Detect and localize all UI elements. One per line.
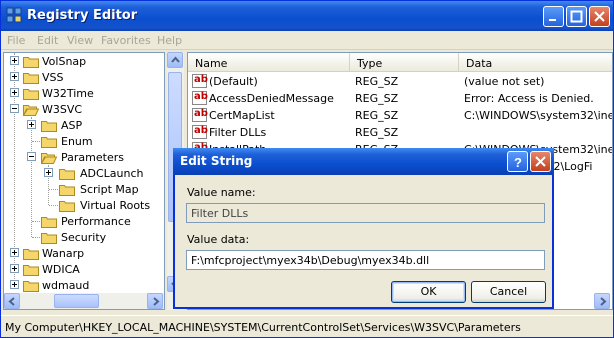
dialog-title: Edit String	[180, 154, 253, 168]
arrow-up-icon	[171, 56, 180, 63]
tree-item-performance[interactable]: Performance	[4, 213, 164, 229]
expand-icon[interactable]	[10, 280, 19, 289]
ok-button[interactable]: OK	[391, 281, 466, 303]
menu-favorites[interactable]: Favorites	[101, 34, 151, 47]
collapse-icon[interactable]	[27, 152, 36, 161]
expand-icon[interactable]	[27, 120, 36, 129]
list-row[interactable]: ab CertMapList REG_SZ C:\WINDOWS\system3…	[188, 107, 612, 124]
expand-icon[interactable]	[10, 88, 19, 97]
folder-icon	[23, 265, 39, 276]
tree-item-enum[interactable]: Enum	[4, 133, 164, 149]
list-row[interactable]: ab Filter DLLs REG_SZ	[188, 124, 612, 141]
tree-item-wdica[interactable]: WDICA	[4, 261, 164, 277]
tree-item-w3svc[interactable]: W3SVC	[4, 101, 164, 117]
minimize-icon	[549, 19, 556, 21]
list-row[interactable]: ab AccessDeniedMessage REG_SZ Error: Acc…	[188, 90, 612, 107]
tree-guide-line	[32, 237, 40, 238]
help-button[interactable]: ?	[507, 151, 528, 172]
expand-icon[interactable]	[10, 264, 19, 273]
menu-view[interactable]: View	[67, 34, 93, 47]
tree-item-parameters[interactable]: Parameters	[4, 149, 164, 165]
folder-icon	[59, 201, 75, 212]
string-value-icon: ab	[192, 74, 208, 88]
tree-item-wdmaud[interactable]: wdmaud	[4, 277, 164, 293]
scroll-left-button[interactable]	[4, 293, 20, 309]
registry-app-icon	[6, 7, 22, 23]
scroll-right-button[interactable]	[147, 293, 163, 309]
folder-icon	[23, 249, 39, 260]
open-folder-icon	[41, 153, 57, 164]
scroll-right-button[interactable]	[594, 293, 610, 309]
folder-icon	[41, 233, 57, 244]
maximize-button[interactable]	[566, 6, 587, 27]
menu-help[interactable]: Help	[157, 34, 182, 47]
tree-item-adclaunch[interactable]: ADCLaunch	[4, 165, 164, 181]
tree-item-script-map[interactable]: Script Map	[4, 181, 164, 197]
tree-item-virtual-roots[interactable]: Virtual Roots	[4, 197, 164, 213]
folder-icon	[59, 169, 75, 180]
expand-icon[interactable]	[10, 248, 19, 257]
value-name-label: Value name:	[187, 186, 256, 199]
folder-icon	[41, 217, 57, 228]
edit-string-dialog: Edit String ? Value name: Filter DLLs Va…	[173, 148, 554, 309]
tree-item-wanarp[interactable]: Wanarp	[4, 245, 164, 261]
column-header-data[interactable]: Data	[459, 53, 612, 72]
svg-text:?: ?	[514, 155, 522, 168]
expand-icon[interactable]	[10, 72, 19, 81]
tree-item-asp[interactable]: ASP	[4, 117, 164, 133]
dialog-title-bar[interactable]: Edit String ?	[173, 148, 554, 175]
status-path: My Computer\HKEY_LOCAL_MACHINE\SYSTEM\Cu…	[5, 321, 521, 334]
scroll-up-button[interactable]	[167, 52, 183, 68]
list-row[interactable]: ab (Default) REG_SZ (value not set)	[188, 73, 612, 90]
tree-item-w32time[interactable]: W32Time	[4, 85, 164, 101]
tree-guide-line	[49, 205, 58, 206]
string-value-icon: ab	[192, 125, 208, 139]
window-title: Registry Editor	[27, 8, 138, 23]
folder-icon	[41, 137, 57, 148]
folder-icon	[23, 57, 39, 68]
folder-icon	[23, 281, 39, 292]
open-folder-icon	[23, 105, 39, 116]
expand-icon[interactable]	[44, 168, 53, 177]
registry-tree[interactable]: VolSnap VSS W32Time W3SVC ASP Enum Param…	[3, 52, 165, 310]
help-icon: ?	[514, 155, 522, 168]
menu-file[interactable]: File	[7, 34, 25, 47]
menu-edit[interactable]: Edit	[37, 34, 58, 47]
tree-horizontal-scrollbar[interactable]	[4, 293, 164, 309]
expand-icon[interactable]	[10, 56, 19, 65]
title-bar[interactable]: Registry Editor	[1, 1, 613, 31]
minimize-button[interactable]	[543, 6, 564, 27]
close-icon	[535, 156, 546, 167]
close-icon	[594, 11, 605, 22]
arrow-right-icon	[153, 297, 160, 306]
tree-item-vss[interactable]: VSS	[4, 69, 164, 85]
dialog-close-button[interactable]	[530, 151, 551, 172]
string-value-icon: ab	[192, 108, 208, 122]
column-header-type[interactable]: Type	[350, 53, 459, 72]
column-header-name[interactable]: Name	[188, 53, 350, 72]
arrow-left-icon	[8, 297, 15, 306]
folder-icon	[23, 73, 39, 84]
value-data-input[interactable]: F:\mfcproject\myex34b\Debug\myex34b.dll	[186, 250, 545, 270]
folder-icon	[41, 121, 57, 132]
string-value-icon: ab	[192, 91, 208, 105]
folder-icon	[23, 89, 39, 100]
tree-guide-line	[49, 189, 58, 190]
collapse-icon[interactable]	[10, 104, 19, 113]
value-name-field: Filter DLLs	[186, 203, 545, 223]
menu-bar: File Edit View Favorites Help	[1, 31, 613, 50]
tree-guide-line	[32, 221, 40, 222]
folder-icon	[59, 185, 75, 196]
tree-item-volsnap[interactable]: VolSnap	[4, 53, 164, 69]
close-button[interactable]	[589, 6, 610, 27]
tree-item-security[interactable]: Security	[4, 229, 164, 245]
scroll-thumb[interactable]	[54, 294, 99, 308]
status-bar: My Computer\HKEY_LOCAL_MACHINE\SYSTEM\Cu…	[1, 315, 613, 337]
arrow-right-icon	[600, 297, 607, 306]
cancel-button[interactable]: Cancel	[471, 281, 546, 303]
tree-guide-line	[32, 141, 40, 142]
value-data-label: Value data:	[187, 233, 250, 246]
maximize-icon	[570, 10, 583, 23]
